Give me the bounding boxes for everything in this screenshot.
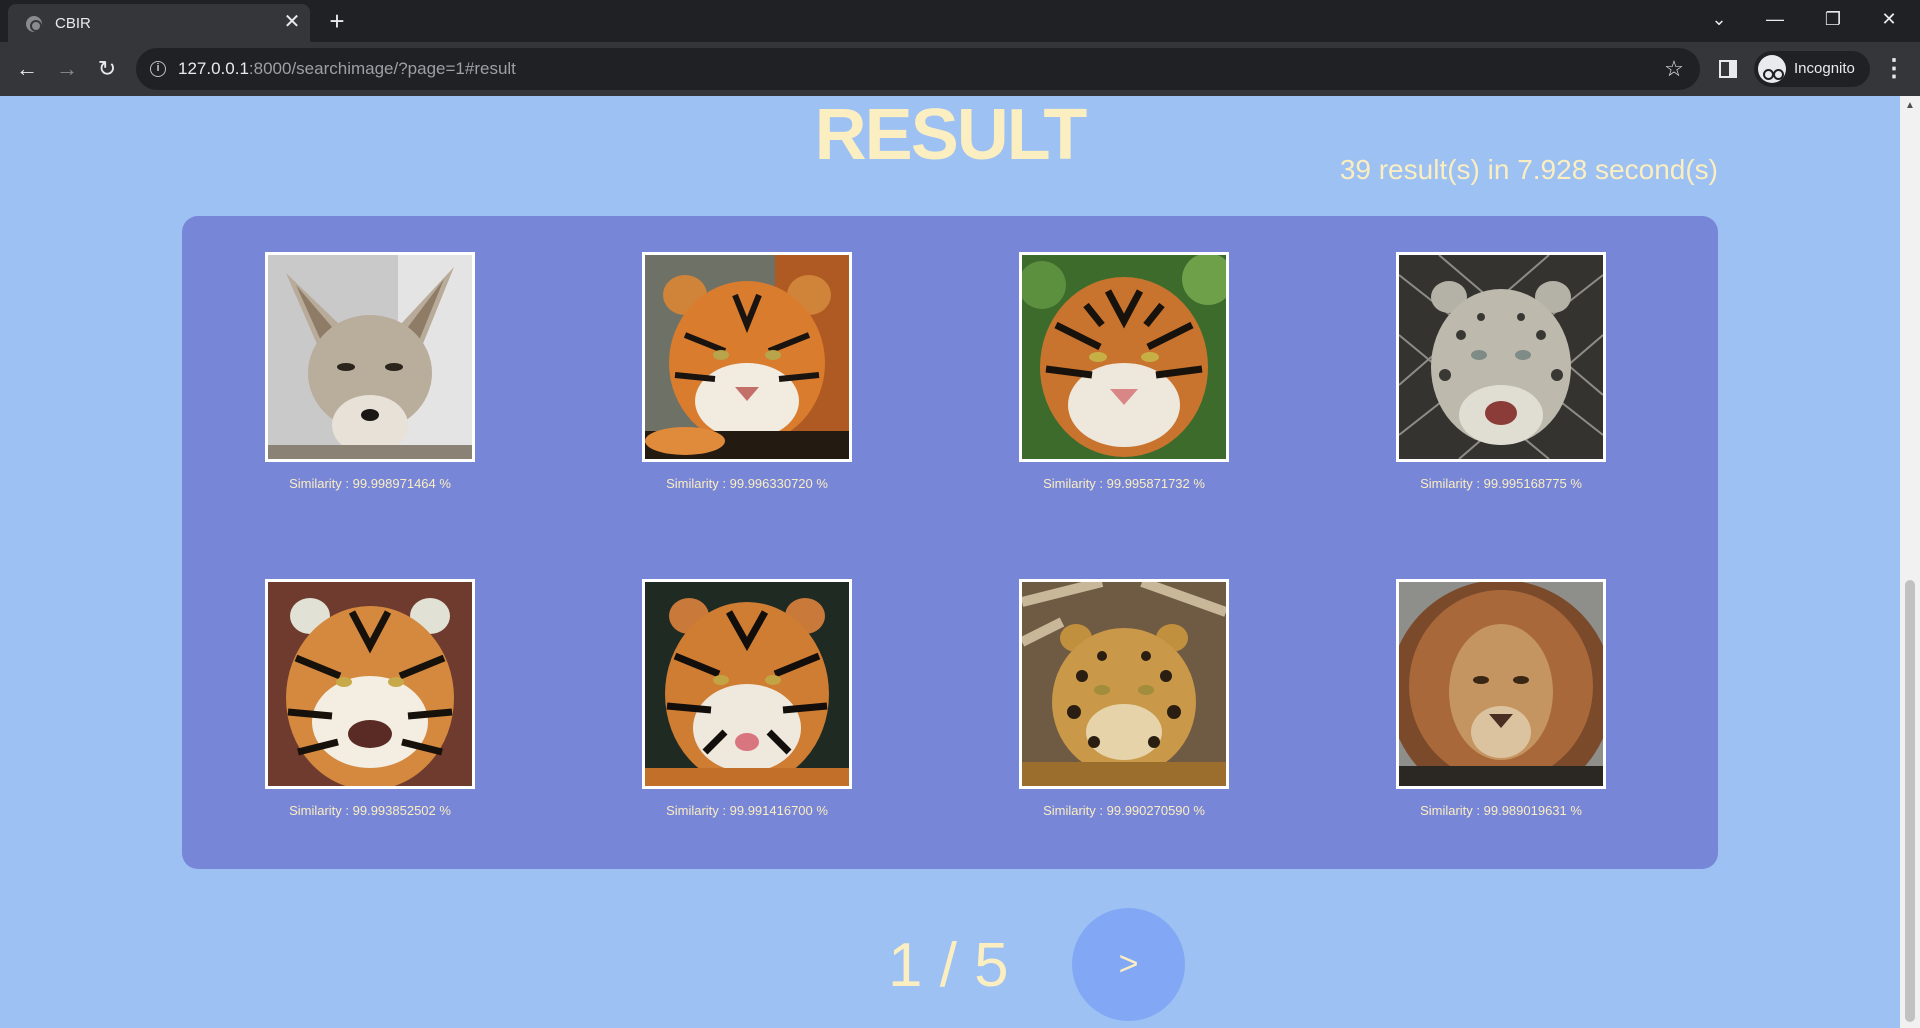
similarity-score: Similarity : 99.990270590 % <box>1043 803 1205 818</box>
tab-search-icon[interactable]: ⌄ <box>1696 4 1742 34</box>
similarity-score: Similarity : 99.996330720 % <box>666 476 828 491</box>
reload-icon[interactable]: ↻ <box>91 53 123 85</box>
minimize-button[interactable]: — <box>1752 4 1798 34</box>
scroll-up-arrow-icon[interactable]: ▲ <box>1900 100 1920 114</box>
browser-tab-strip: CBIR ✕ + ⌄ — ❐ ✕ <box>0 0 1920 42</box>
incognito-profile-button[interactable]: Incognito <box>1754 51 1870 87</box>
similarity-score: Similarity : 99.989019631 % <box>1420 803 1582 818</box>
close-window-button[interactable]: ✕ <box>1866 4 1912 34</box>
browser-tab[interactable]: CBIR ✕ <box>8 4 310 42</box>
bookmark-star-icon[interactable]: ☆ <box>1660 55 1688 83</box>
result-thumbnail-fox[interactable] <box>265 252 475 462</box>
similarity-score: Similarity : 99.995168775 % <box>1420 476 1582 491</box>
incognito-label: Incognito <box>1794 60 1855 77</box>
side-panel-icon[interactable] <box>1719 60 1737 78</box>
restore-button[interactable]: ❐ <box>1810 4 1856 34</box>
address-bar[interactable]: i 127.0.0.1:8000/searchimage/?page=1#res… <box>136 48 1700 90</box>
incognito-icon <box>1758 55 1786 83</box>
more-menu-icon[interactable]: ⋮ <box>1880 55 1908 83</box>
result-thumbnail-tiger[interactable] <box>642 252 852 462</box>
site-info-icon[interactable]: i <box>150 61 166 77</box>
results-gallery: Similarity : 99.998971464 % Similarity :… <box>182 216 1718 869</box>
similarity-score: Similarity : 99.993852502 % <box>289 803 451 818</box>
result-thumbnail-tiger[interactable] <box>642 579 852 789</box>
globe-icon <box>26 16 42 32</box>
scrollbar-thumb[interactable] <box>1905 580 1915 1022</box>
tab-title: CBIR <box>55 15 91 32</box>
result-thumbnail-snow-leopard[interactable] <box>1396 252 1606 462</box>
result-thumbnail-tiger[interactable] <box>265 579 475 789</box>
page-scrollbar[interactable]: ▲ <box>1900 96 1920 1028</box>
similarity-score: Similarity : 99.998971464 % <box>289 476 451 491</box>
new-tab-button[interactable]: + <box>322 6 352 36</box>
browser-toolbar: ← → ↻ i 127.0.0.1:8000/searchimage/?page… <box>0 42 1920 96</box>
url-text: 127.0.0.1:8000/searchimage/?page=1#resul… <box>178 59 516 78</box>
back-arrow-icon[interactable]: ← <box>11 53 43 85</box>
forward-arrow-icon[interactable]: → <box>51 53 83 85</box>
similarity-score: Similarity : 99.991416700 % <box>666 803 828 818</box>
result-thumbnail-tiger[interactable] <box>1019 252 1229 462</box>
close-tab-icon[interactable]: ✕ <box>280 10 304 34</box>
pagination-indicator: 1 / 5 <box>888 931 1009 1000</box>
similarity-score: Similarity : 99.995871732 % <box>1043 476 1205 491</box>
result-summary: 39 result(s) in 7.928 second(s) <box>1339 154 1718 185</box>
result-thumbnail-lion[interactable] <box>1396 579 1606 789</box>
next-page-button[interactable]: > <box>1072 908 1185 1021</box>
result-thumbnail-jaguar[interactable] <box>1019 579 1229 789</box>
